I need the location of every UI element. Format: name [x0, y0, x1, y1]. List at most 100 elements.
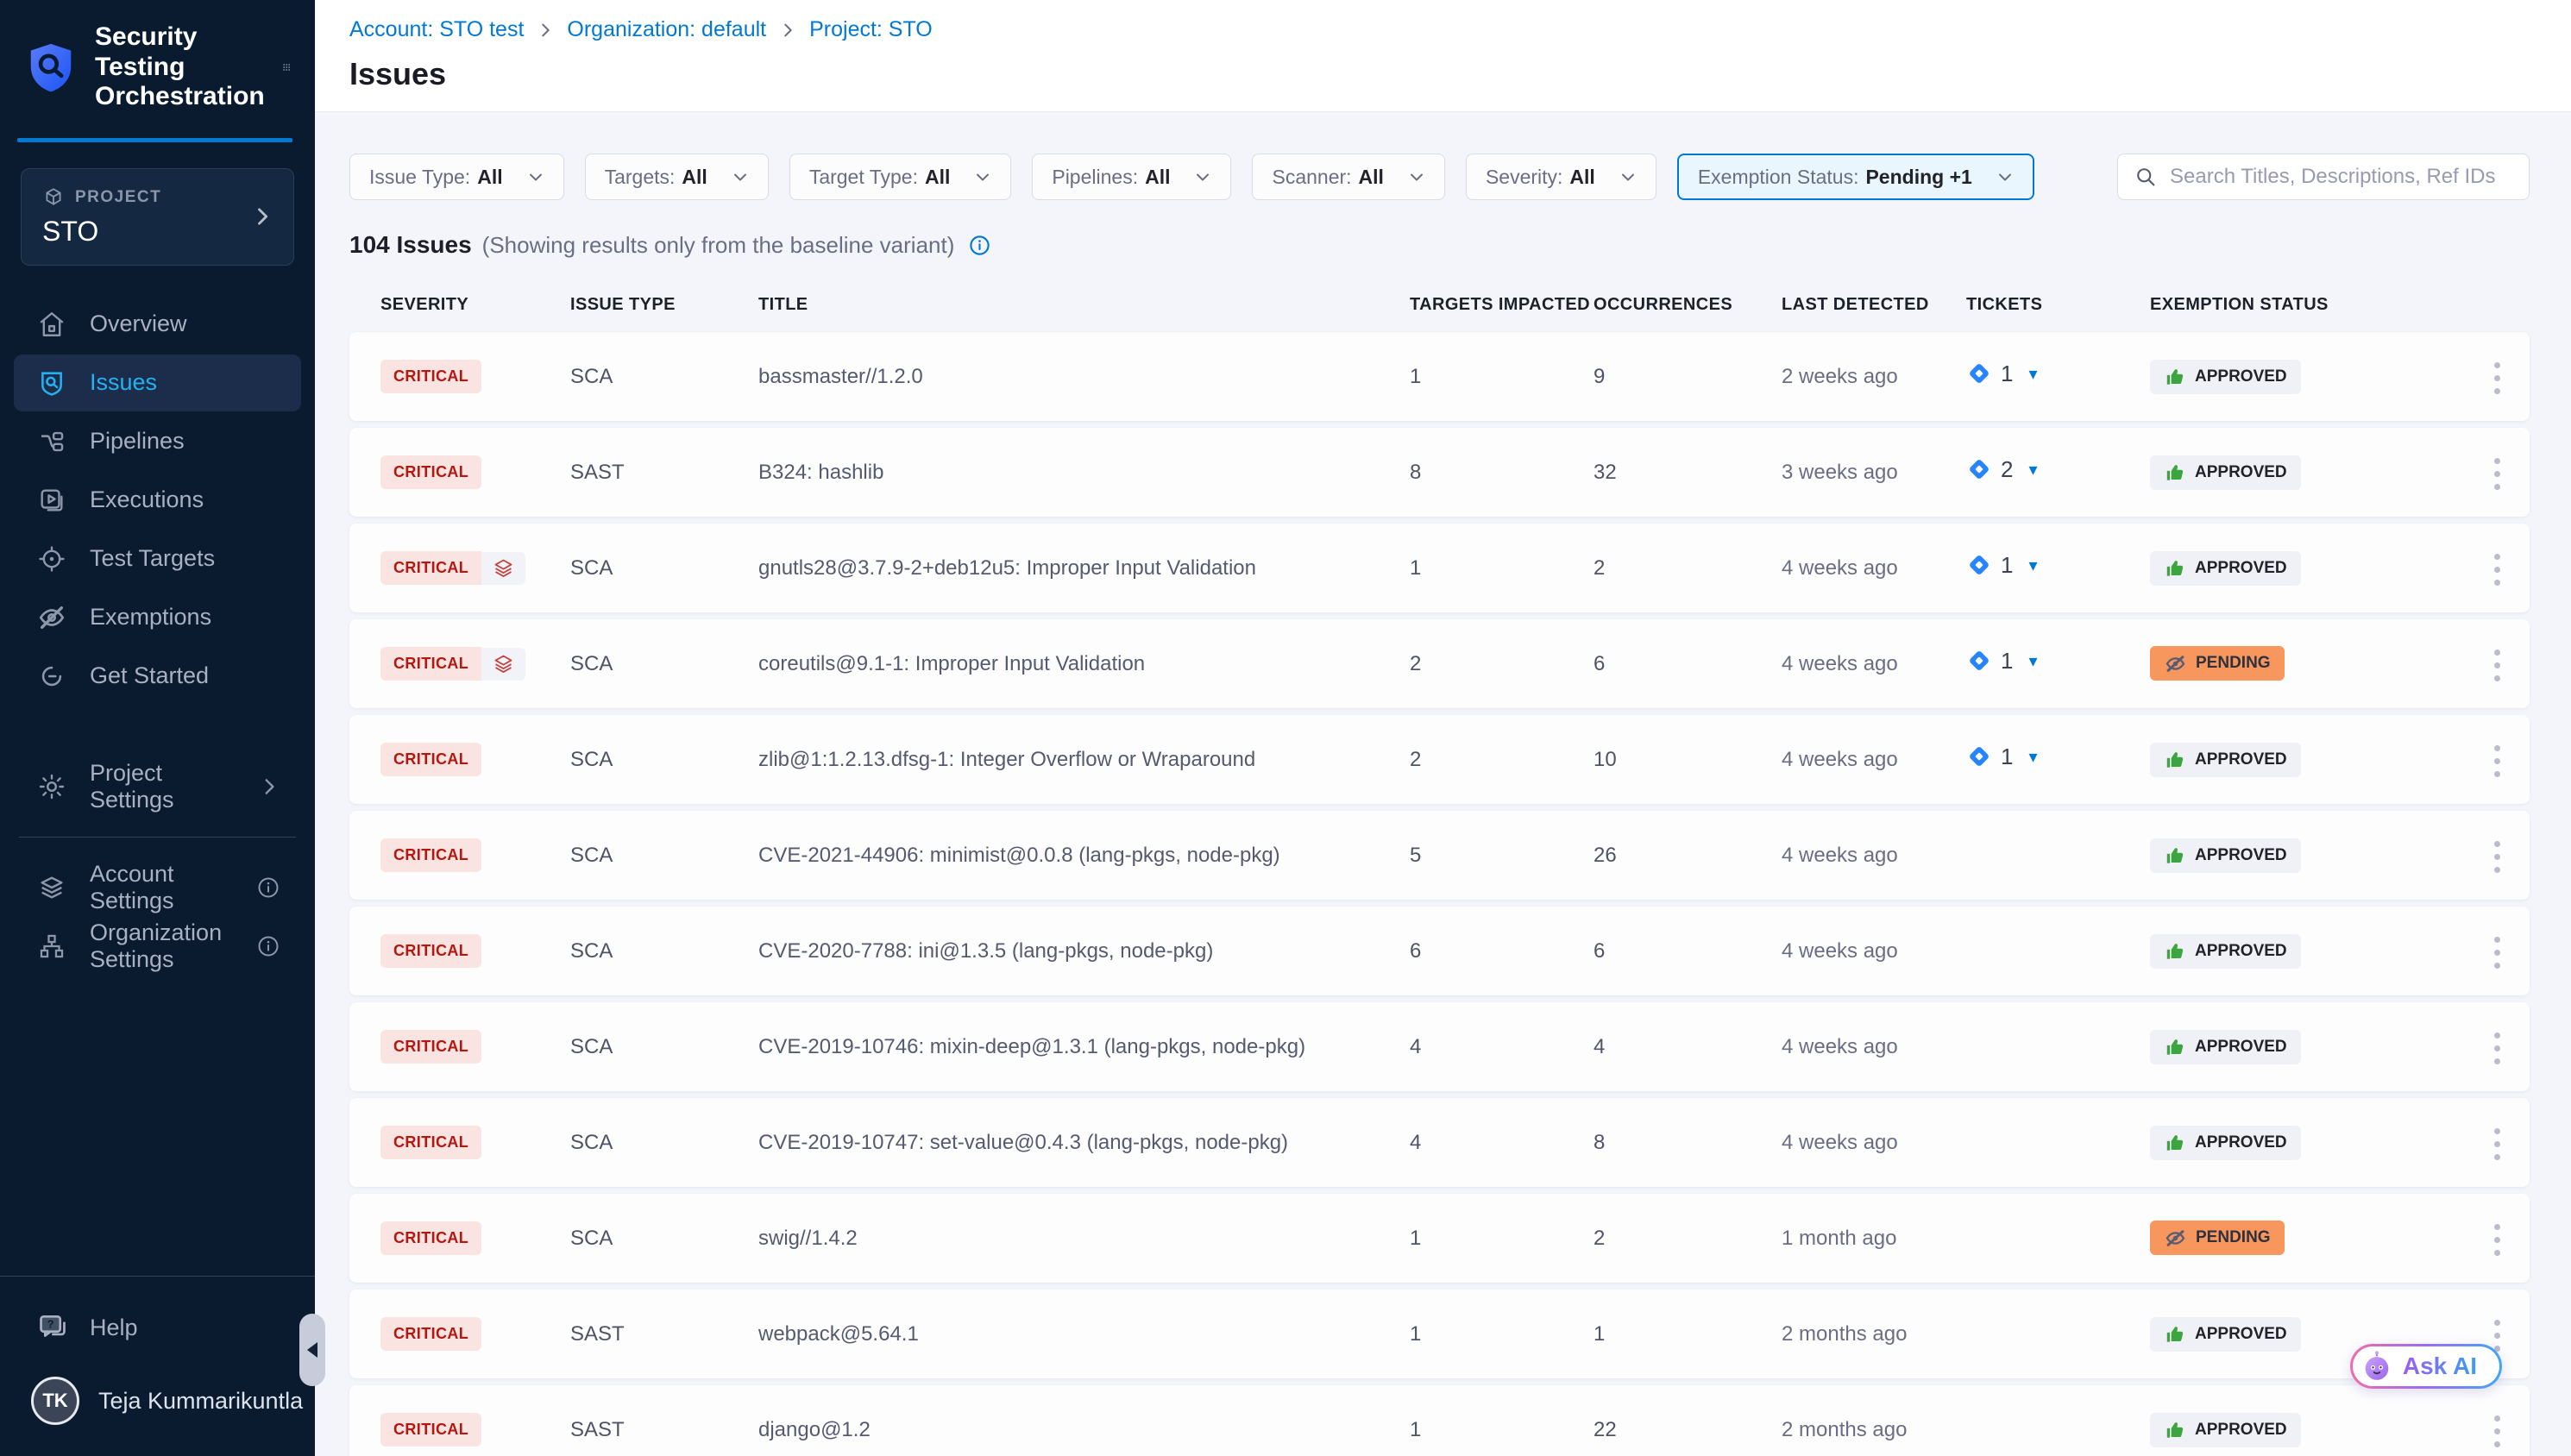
filter-pipelines[interactable]: Pipelines: All: [1032, 154, 1231, 200]
chevron-down-icon: [730, 166, 751, 187]
ticket-dropdown-caret-icon[interactable]: ▾: [2028, 555, 2037, 576]
filter-scanner[interactable]: Scanner: All: [1252, 154, 1444, 200]
last-detected-cell: 2 months ago: [1782, 1418, 1966, 1442]
issue-type-cell: SAST: [570, 1418, 758, 1442]
sidebar-item-account-settings[interactable]: Account Settings: [14, 859, 301, 916]
last-detected-cell: 3 weeks ago: [1782, 461, 1966, 485]
table-row[interactable]: CRITICAL SAST django@1.2 1 22 2 months a…: [349, 1385, 2530, 1456]
filter-targets[interactable]: Targets: All: [585, 154, 769, 200]
ticket-group[interactable]: 1 ▾: [1966, 361, 2038, 387]
breadcrumb-project-link[interactable]: Project: STO: [809, 17, 933, 42]
approved-thumbs-up-icon: [2164, 1036, 2186, 1058]
layers-icon: [492, 556, 515, 580]
pending-eye-off-icon: [2164, 1227, 2187, 1250]
sidebar-item-pipelines[interactable]: Pipelines: [14, 413, 301, 470]
filter-exemption-status[interactable]: Exemption Status: Pending +1: [1677, 154, 2034, 200]
table-row[interactable]: CRITICAL SCA CVE-2021-44906: minimist@0.…: [349, 811, 2530, 900]
filter-target-type[interactable]: Target Type: All: [789, 154, 1012, 200]
project-selector[interactable]: PROJECT STO: [21, 168, 294, 266]
last-detected-cell: 1 month ago: [1782, 1227, 1966, 1251]
help-button[interactable]: ? Help: [0, 1277, 315, 1344]
row-menu-button[interactable]: [2482, 832, 2512, 882]
column-header-title: Title: [758, 295, 1410, 315]
exemption-status-label: APPROVED: [2195, 1421, 2287, 1440]
info-circle-icon[interactable]: [968, 234, 991, 257]
sidebar-item-label: Overview: [90, 311, 187, 337]
row-menu-button[interactable]: [2482, 928, 2512, 977]
table-row[interactable]: CRITICAL SCA zlib@1:1.2.13.dfsg-1: Integ…: [349, 715, 2530, 804]
exemption-status-cell: APPROVED: [2150, 1126, 2457, 1160]
ticket-group[interactable]: 1 ▾: [1966, 648, 2038, 675]
filter-severity[interactable]: Severity: All: [1466, 154, 1656, 200]
search-input[interactable]: [2170, 165, 2513, 189]
filter-label: Exemption Status:: [1698, 166, 1859, 189]
row-menu-button[interactable]: [2482, 1215, 2512, 1265]
exemption-status-badge: APPROVED: [2150, 1413, 2301, 1447]
row-menu-button[interactable]: [2482, 1024, 2512, 1073]
table-row[interactable]: CRITICAL SCA CVE-2020-7788: ini@1.3.5 (l…: [349, 907, 2530, 995]
breadcrumb-account-link[interactable]: Account: STO test: [349, 17, 524, 42]
row-menu-button[interactable]: [2482, 545, 2512, 594]
table-row[interactable]: CRITICAL SCA coreutils@9.1-1: Improper I…: [349, 619, 2530, 708]
row-menu-button[interactable]: [2482, 449, 2512, 499]
filter-value: All: [1145, 166, 1170, 189]
module-grid-icon[interactable]: [282, 51, 291, 84]
occurrences-cell: 32: [1594, 461, 1782, 485]
user-profile[interactable]: TK Teja Kummarikuntla: [0, 1344, 315, 1456]
project-name: STO: [42, 216, 273, 248]
ticket-group[interactable]: 2 ▾: [1966, 456, 2038, 483]
chevron-down-icon: [1995, 166, 2015, 187]
exemption-status-cell: APPROVED: [2150, 838, 2457, 873]
filter-issue-type[interactable]: Issue Type: All: [349, 154, 564, 200]
issue-type-cell: SCA: [570, 1131, 758, 1155]
exemption-status-cell: APPROVED: [2150, 455, 2457, 490]
ticket-dropdown-caret-icon[interactable]: ▾: [2028, 363, 2037, 385]
sidebar-item-get-started[interactable]: Get Started: [14, 648, 301, 705]
breadcrumb-organization-link[interactable]: Organization: default: [567, 17, 766, 42]
severity-cell: CRITICAL: [380, 551, 570, 585]
sidebar-item-overview[interactable]: Overview: [14, 296, 301, 353]
table-row[interactable]: CRITICAL SCA swig//1.4.2 1 2 1 month ago…: [349, 1194, 2530, 1283]
targets-impacted-cell: 1: [1410, 1418, 1594, 1442]
sidebar-item-project-settings[interactable]: Project Settings: [14, 758, 301, 815]
row-menu-button[interactable]: [2482, 641, 2512, 690]
sidebar-item-executions[interactable]: Executions: [14, 472, 301, 529]
exemption-status-label: APPROVED: [2195, 942, 2287, 961]
sidebar-item-test-targets[interactable]: Test Targets: [14, 530, 301, 587]
sidebar-collapse-handle[interactable]: [299, 1314, 325, 1386]
targets-impacted-cell: 4: [1410, 1131, 1594, 1155]
severity-badge-label: CRITICAL: [393, 655, 468, 673]
info-circle-icon[interactable]: [256, 934, 280, 958]
sidebar-item-exemptions[interactable]: Exemptions: [14, 589, 301, 646]
row-menu-button[interactable]: [2482, 354, 2512, 403]
ask-ai-button[interactable]: Ask AI: [2350, 1344, 2502, 1389]
column-header-severity: Severity: [380, 295, 570, 315]
column-header-occurrences: Occurrences: [1594, 295, 1782, 315]
filter-label: Target Type:: [809, 166, 918, 189]
table-row[interactable]: CRITICAL SCA gnutls28@3.7.9-2+deb12u5: I…: [349, 524, 2530, 612]
row-menu-button[interactable]: [2482, 1120, 2512, 1169]
table-row[interactable]: CRITICAL SCA CVE-2019-10746: mixin-deep@…: [349, 1002, 2530, 1091]
sidebar-item-issues[interactable]: Issues: [14, 355, 301, 411]
ticket-dropdown-caret-icon[interactable]: ▾: [2028, 459, 2037, 480]
severity-cell: CRITICAL: [380, 1030, 570, 1064]
sidebar-item-organization-settings[interactable]: Organization Settings: [14, 918, 301, 975]
ticket-dropdown-caret-icon[interactable]: ▾: [2028, 746, 2037, 768]
table-row[interactable]: CRITICAL SAST webpack@5.64.1 1 1 2 month…: [349, 1290, 2530, 1378]
ticket-dropdown-caret-icon[interactable]: ▾: [2028, 650, 2037, 672]
info-circle-icon[interactable]: [256, 875, 280, 900]
row-menu-button[interactable]: [2482, 1407, 2512, 1456]
row-actions-cell: [2457, 829, 2512, 882]
ticket-group[interactable]: 1 ▾: [1966, 744, 2038, 770]
occurrences-cell: 2: [1594, 556, 1782, 581]
exemption-status-cell: PENDING: [2150, 646, 2457, 681]
layers-gear-icon: [37, 873, 66, 902]
row-menu-button[interactable]: [2482, 737, 2512, 786]
ticket-count: 1: [2001, 744, 2013, 770]
severity-cell: CRITICAL: [380, 838, 570, 872]
table-row[interactable]: CRITICAL SAST B324: hashlib 8 32 3 weeks…: [349, 428, 2530, 517]
table-row[interactable]: CRITICAL SCA CVE-2019-10747: set-value@0…: [349, 1098, 2530, 1187]
ticket-group[interactable]: 1 ▾: [1966, 552, 2038, 579]
table-row[interactable]: CRITICAL SCA bassmaster//1.2.0 1 9 2 wee…: [349, 332, 2530, 421]
approved-thumbs-up-icon: [2164, 749, 2186, 771]
